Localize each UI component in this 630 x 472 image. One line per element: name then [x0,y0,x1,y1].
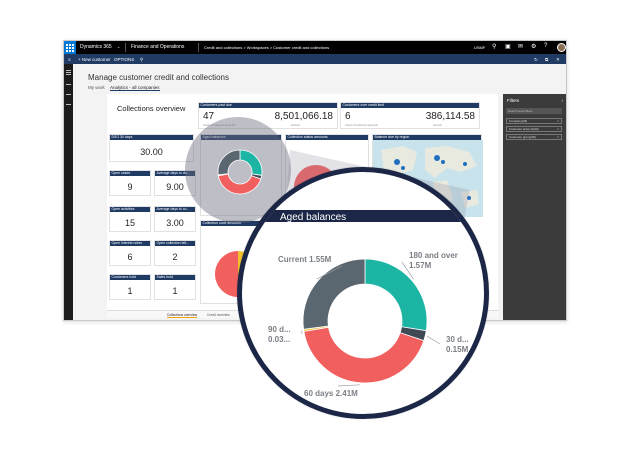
message-icon[interactable]: ✉ [518,43,523,50]
sales-hold-tile[interactable]: Sales hold 1 [154,274,196,300]
company-selector[interactable]: USMF [474,45,485,50]
app-launcher-icon[interactable] [64,41,76,54]
chevron-down-icon[interactable]: ⌄ [117,44,120,49]
customers-over-limit-tile[interactable]: Customers over credit limit 6 386,114.58… [340,102,480,129]
data-label: 180 and over 1.57M [409,251,458,270]
chart-title: Aged balances [280,212,346,223]
subnav-analytics[interactable]: Analytics - all companies [110,85,160,91]
hamburger-icon[interactable]: ≡ [68,57,71,62]
search-icon[interactable]: ⚲ [492,43,496,50]
open-cases-tile[interactable]: Open cases 9 [109,170,151,196]
chat-icon[interactable]: ▣ [505,43,511,50]
gear-icon[interactable]: ⚙ [531,43,536,50]
magnifier-lens: Aged balances 180 and over 1.57M 30 d... 0.… [237,167,489,419]
new-customer-button[interactable]: + New customer [78,57,111,62]
marketing-composite: Dynamics 365 ⌄ Finance and Operations Cr… [0,0,630,472]
page-title: Manage customer credit and collections [88,73,229,82]
kpi-value: 386,114.58 [425,111,475,122]
data-label: 90 d... 0.03... [268,325,291,344]
filter-company[interactable]: Company(All) × [506,118,562,124]
dso-tile[interactable]: DSO 30 days 30.00 [109,134,194,162]
refresh-icon[interactable]: ↻ [534,57,538,63]
module-name: Finance and Operations [131,44,185,50]
filters-pane: Filters › Search level filters Company(A… [503,94,566,320]
data-label: 30 d... 0.15M [446,335,469,354]
search-icon[interactable]: ⚲ [140,57,143,63]
app-name[interactable]: Dynamics 365 [80,44,112,50]
chart-header-bar [242,210,484,222]
popout-icon[interactable]: ⧉ [545,57,548,62]
filter-customer-account[interactable]: Customer account(All) × [506,126,562,132]
filters-title: Filters [507,98,520,103]
customers-hold-tile[interactable]: Customers hold 1 [109,274,151,300]
close-icon: × [557,119,559,123]
help-icon[interactable]: ? [544,43,547,49]
close-icon: × [557,135,559,139]
close-icon: × [557,127,559,131]
action-pane: ≡ + New customer OPTIONS ⚲ ↻ ⧉ ✕ [64,54,566,64]
aged-balances-chart: Aged balances 180 and over 1.57M 30 d... 0.… [242,210,484,398]
avatar[interactable] [557,43,566,52]
open-interest-notes-tile[interactable]: Open interest notes 6 [109,240,151,266]
breadcrumb[interactable]: Credit and collections > Workspaces > Cu… [204,45,329,50]
kpi-value: 6 [345,111,351,122]
tab-collections-overview[interactable]: Collections overview [167,313,198,318]
tab-credit-overview[interactable]: Credit overview [207,313,230,317]
collapse-filters-icon[interactable]: › [562,98,564,103]
aged-balances-slice-60-days[interactable] [303,326,425,384]
filter-customer-group[interactable]: Customer group(All) × [506,134,562,140]
subnav-my-work[interactable]: My work [88,85,105,90]
aged-balances-small-slice-current[interactable] [217,149,241,176]
data-label: Current 1.55M [278,255,332,264]
aged-balances-slice-current[interactable] [302,258,366,330]
data-label: 60 days 2.41M [304,389,358,398]
filter-search-input[interactable]: Search level filters [506,108,562,114]
close-icon[interactable]: ✕ [556,57,560,63]
open-activities-tile[interactable]: Open activities 15 [109,206,151,232]
label-leader-line [337,384,361,387]
options-tab[interactable]: OPTIONS [114,57,134,62]
workspace-title: Collections overview [117,104,186,113]
open-collection-letters-tile[interactable]: Open collection lett... 2 [154,240,196,266]
navigation-pane [64,64,73,320]
label-leader-line [426,335,441,345]
top-navigation-bar: Dynamics 365 ⌄ Finance and Operations Cr… [64,41,566,54]
